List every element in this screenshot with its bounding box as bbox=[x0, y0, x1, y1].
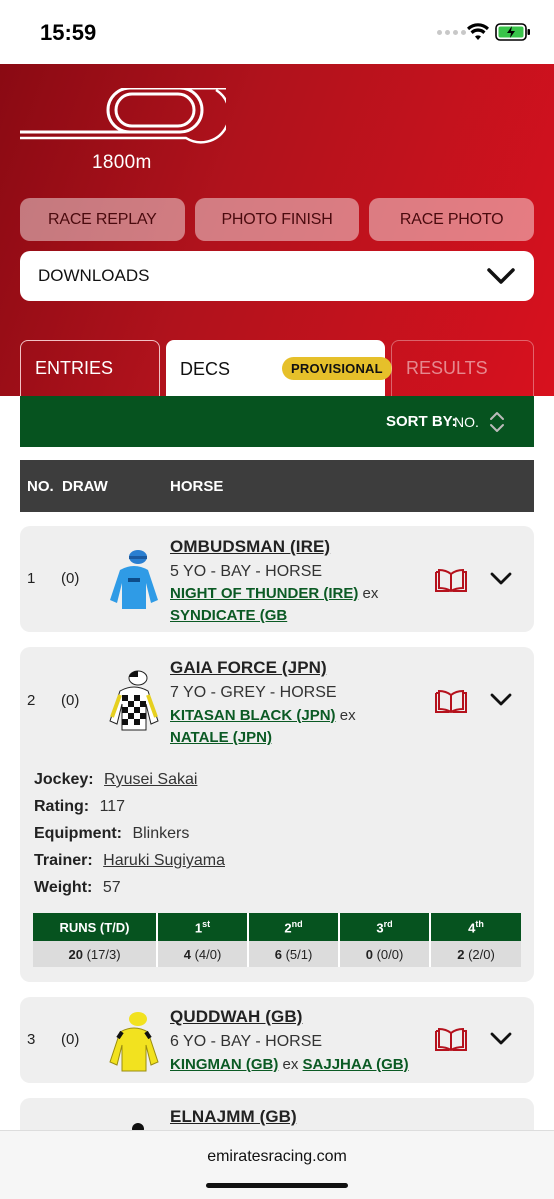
pedigree-ex: ex bbox=[282, 1056, 299, 1073]
jockey-silk-icon bbox=[109, 1012, 159, 1072]
jockey-silk-icon bbox=[109, 670, 159, 731]
jockey-line: Jockey: Ryusei Sakai bbox=[34, 771, 197, 789]
runner-draw: (0) bbox=[61, 692, 80, 709]
site-url[interactable]: emiratesracing.com bbox=[0, 1148, 554, 1166]
runner-draw: (0) bbox=[61, 570, 80, 587]
race-header: 1800m RACE REPLAY PHOTO FINISH RACE PHOT… bbox=[0, 64, 554, 398]
jockey-silk-icon bbox=[110, 550, 158, 609]
media-buttons: RACE REPLAY PHOTO FINISH RACE PHOTO bbox=[20, 198, 535, 241]
photo-finish-button[interactable]: PHOTO FINISH bbox=[194, 198, 360, 241]
column-header: NO. DRAW HORSE bbox=[20, 460, 534, 512]
column-no: NO. bbox=[27, 478, 54, 495]
provisional-badge: PROVISIONAL bbox=[282, 357, 392, 380]
stats-second-header: 2nd bbox=[248, 913, 340, 941]
stats-fourth-cell: 2 (2/0) bbox=[430, 941, 521, 967]
expand-chevron-icon[interactable] bbox=[490, 1032, 512, 1046]
sort-value: NO. bbox=[454, 414, 479, 430]
downloads-dropdown[interactable]: DOWNLOADS bbox=[20, 251, 534, 301]
wifi-icon bbox=[467, 23, 489, 40]
runner-row[interactable]: 2 (0) GAIA FORCE (JPN) 7 YO - GREY - HOR… bbox=[20, 647, 534, 757]
rating-line: Rating: 117 bbox=[34, 798, 125, 816]
trainer-line: Trainer: Haruki Sugiyama bbox=[34, 852, 225, 870]
horse-name-link[interactable]: QUDDWAH (GB) bbox=[170, 1007, 302, 1027]
tab-results[interactable]: RESULTS bbox=[391, 340, 534, 396]
signal-icon bbox=[437, 30, 466, 35]
column-draw: DRAW bbox=[62, 478, 108, 495]
runner-draw: (0) bbox=[61, 1031, 80, 1048]
form-guide-book-icon[interactable] bbox=[434, 1027, 468, 1053]
weight-label: Weight: bbox=[34, 879, 93, 896]
weight-line: Weight: 57 bbox=[34, 879, 121, 897]
runner-details-panel: Jockey: Ryusei Sakai Rating: 117 Equipme… bbox=[20, 750, 534, 982]
battery-charging-icon bbox=[495, 23, 530, 41]
horse-name-link[interactable]: ELNAJMM (GB) bbox=[170, 1107, 297, 1127]
status-time: 15:59 bbox=[40, 20, 97, 45]
sort-arrows-icon bbox=[490, 412, 504, 432]
stats-fourth-header: 4th bbox=[430, 913, 521, 941]
race-replay-button[interactable]: RACE REPLAY bbox=[20, 198, 185, 241]
runner-number: 2 bbox=[27, 692, 36, 709]
race-distance: 1800m bbox=[92, 152, 152, 173]
horse-description: 7 YO - GREY - HORSE bbox=[170, 684, 337, 701]
sire-link[interactable]: NIGHT OF THUNDER (IRE) bbox=[170, 585, 358, 602]
equipment-line: Equipment: Blinkers bbox=[34, 825, 189, 843]
runner-number: 1 bbox=[27, 570, 36, 587]
sire-link[interactable]: KINGMAN (GB) bbox=[170, 1056, 278, 1073]
tab-bar: ENTRIES DECS PROVISIONAL RESULTS bbox=[20, 340, 534, 398]
runner-row[interactable]: 3 (0) QUDDWAH (GB) 6 YO - BAY - HORSE KI… bbox=[20, 997, 534, 1083]
rating-value: 117 bbox=[99, 798, 126, 815]
stats-first-cell: 4 (4/0) bbox=[157, 941, 249, 967]
form-guide-book-icon[interactable] bbox=[434, 568, 468, 594]
pedigree-ex: ex bbox=[362, 585, 379, 602]
pedigree-ex: ex bbox=[339, 707, 356, 724]
jockey-label: Jockey: bbox=[34, 771, 94, 788]
jockey-link[interactable]: Ryusei Sakai bbox=[104, 771, 197, 788]
expand-chevron-icon[interactable] bbox=[490, 572, 512, 586]
tab-entries[interactable]: ENTRIES bbox=[20, 340, 160, 396]
race-photo-button[interactable]: RACE PHOTO bbox=[369, 198, 535, 241]
home-indicator bbox=[206, 1183, 348, 1188]
stats-first-header: 1st bbox=[157, 913, 249, 941]
collapse-chevron-icon[interactable] bbox=[490, 693, 512, 707]
weight-value: 57 bbox=[102, 879, 121, 896]
stats-third-header: 3rd bbox=[339, 913, 431, 941]
trainer-label: Trainer: bbox=[34, 852, 93, 869]
tab-decs[interactable]: DECS PROVISIONAL bbox=[166, 340, 392, 398]
stats-third-cell: 0 (0/0) bbox=[339, 941, 431, 967]
equipment-value: Blinkers bbox=[132, 825, 190, 842]
tab-decs-label: DECS bbox=[180, 358, 231, 379]
sire-link[interactable]: KITASAN BLACK (JPN) bbox=[170, 707, 336, 724]
horse-name-link[interactable]: GAIA FORCE (JPN) bbox=[170, 658, 327, 678]
form-guide-book-icon[interactable] bbox=[434, 689, 468, 715]
horse-pedigree: KITASAN BLACK (JPN) ex NATALE (JPN) bbox=[170, 705, 430, 749]
dam-link[interactable]: NATALE (JPN) bbox=[170, 729, 272, 746]
sort-label: SORT BY: bbox=[386, 413, 457, 430]
rating-label: Rating: bbox=[34, 798, 90, 815]
trainer-link[interactable]: Haruki Sugiyama bbox=[103, 852, 225, 869]
career-stats-table: RUNS (T/D) 1st 2nd 3rd 4th 20 (17/3) 4 (… bbox=[33, 913, 521, 967]
horse-description: 6 YO - BAY - HORSE bbox=[170, 1033, 323, 1050]
horse-description: 5 YO - BAY - HORSE bbox=[170, 563, 323, 580]
dam-link[interactable]: SAJJHAA (GB) bbox=[303, 1056, 409, 1073]
runner-number: 3 bbox=[27, 1031, 36, 1048]
dam-link[interactable]: SYNDICATE (GB bbox=[170, 607, 287, 624]
stats-second-cell: 6 (5/1) bbox=[248, 941, 340, 967]
track-map-icon bbox=[20, 88, 226, 144]
runner-row[interactable]: 1 (0) OMBUDSMAN (IRE) 5 YO - BAY - HORSE… bbox=[20, 526, 534, 632]
browser-footer: emiratesracing.com bbox=[0, 1130, 554, 1199]
stats-runs-header: RUNS (T/D) bbox=[33, 913, 158, 941]
sort-bar[interactable]: SORT BY: NO. bbox=[20, 396, 534, 447]
horse-pedigree: NIGHT OF THUNDER (IRE) ex SYNDICATE (GB bbox=[170, 583, 430, 627]
equipment-label: Equipment: bbox=[34, 825, 122, 842]
horse-pedigree: KINGMAN (GB) ex SAJJHAA (GB) bbox=[170, 1054, 440, 1076]
status-bar: 15:59 bbox=[0, 0, 554, 64]
chevron-down-icon bbox=[487, 268, 515, 284]
stats-runs-cell: 20 (17/3) bbox=[33, 941, 158, 967]
horse-name-link[interactable]: OMBUDSMAN (IRE) bbox=[170, 537, 330, 557]
column-horse: HORSE bbox=[170, 478, 224, 495]
downloads-label: DOWNLOADS bbox=[38, 266, 150, 285]
